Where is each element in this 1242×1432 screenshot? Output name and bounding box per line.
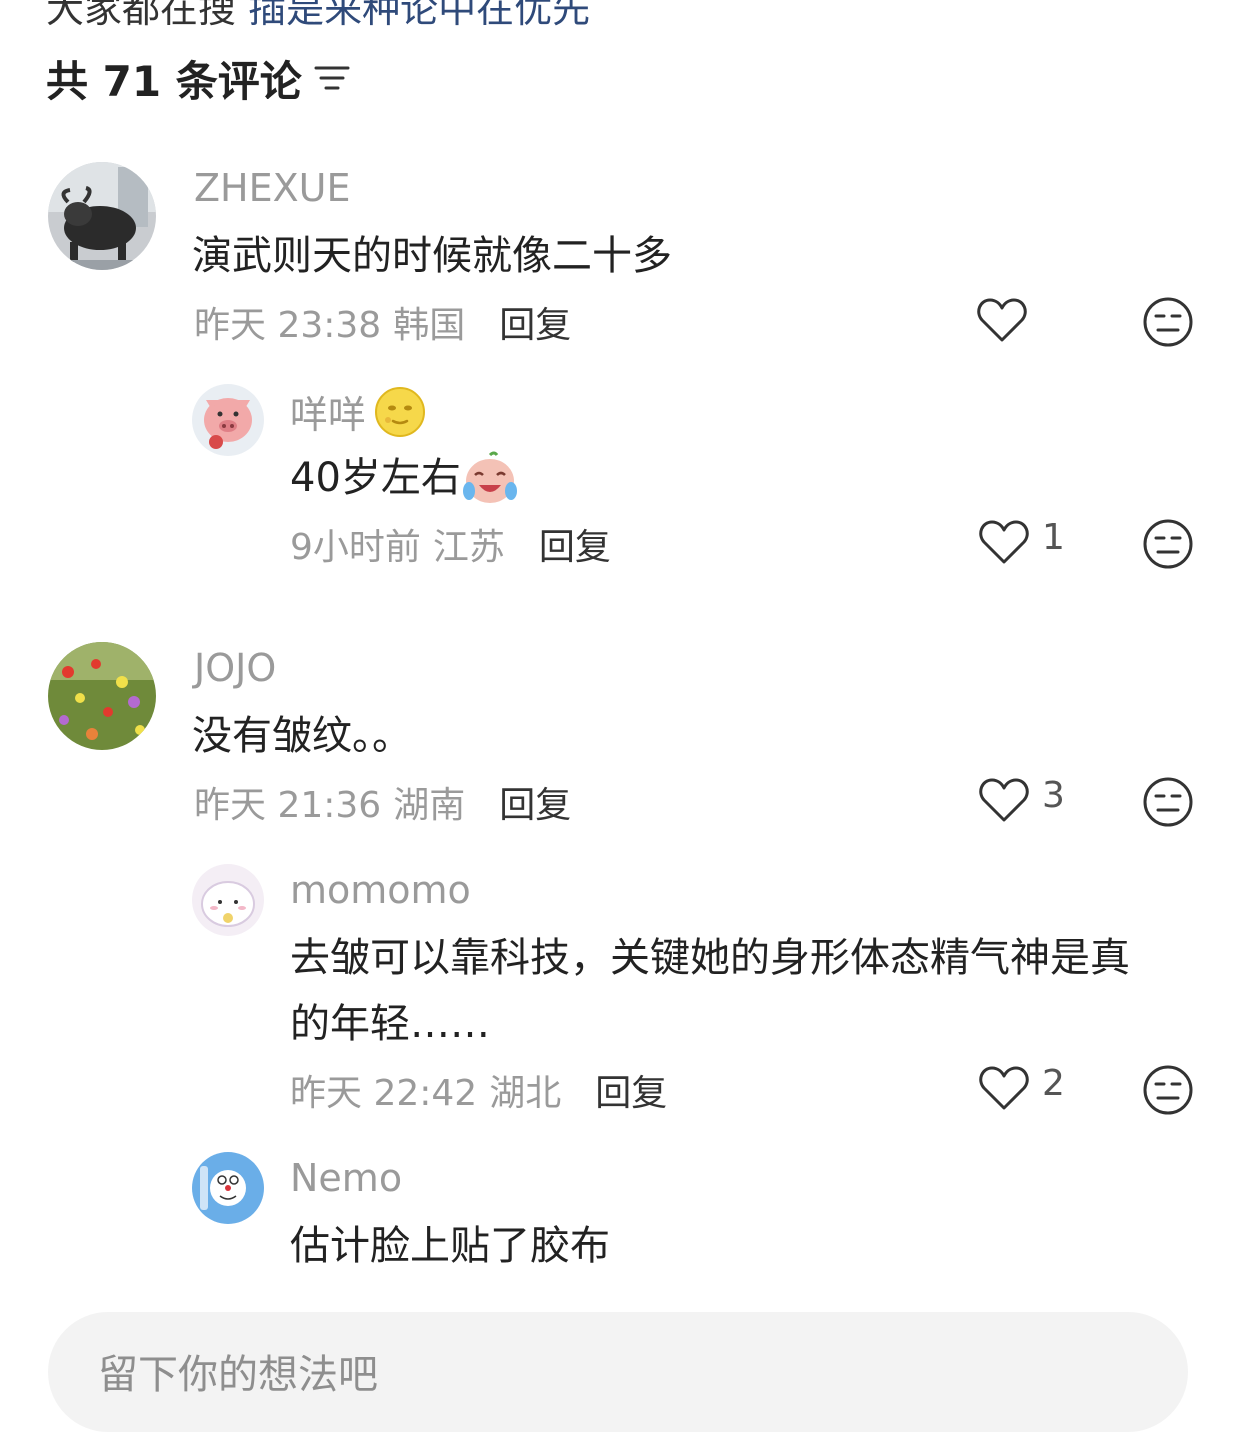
heart-outline-icon [979, 1066, 1029, 1110]
comment-username[interactable]: 咩咩 [290, 384, 426, 439]
reply-button[interactable]: 回复 [595, 1064, 667, 1116]
comment-meta: 昨天 23:38 韩国 回复 [194, 296, 571, 348]
top-partial-line: 大家都在搜 插是来种论中在优先 [46, 0, 590, 33]
reply-button[interactable]: 回复 [499, 296, 571, 348]
comment-text: 没有皱纹。。 [192, 713, 412, 759]
comment-text-line2: 的年轻…… [290, 1001, 490, 1047]
comment-username[interactable]: JOJO [194, 646, 276, 690]
comment-text: 演武则天的时候就像二十多 [192, 233, 672, 279]
comment-time: 昨天 22:42 [290, 1073, 478, 1114]
comment-location: 湖南 [393, 785, 466, 826]
comment-text-content: 40岁左右 [290, 455, 461, 501]
neutral-face-icon[interactable] [1142, 776, 1194, 828]
comments-header: 共 71 条评论 [46, 50, 350, 106]
avatar-flower-field-image [48, 642, 156, 750]
comment-meta: 9小时前 江苏 回复 [290, 518, 611, 570]
like-count: 2 [1042, 1062, 1065, 1104]
comment-meta: 昨天 22:42 湖北 回复 [290, 1064, 667, 1116]
avatar-cartoon-blob-image [192, 864, 264, 936]
like-button[interactable]: 1 [978, 516, 1065, 566]
avatar[interactable] [192, 864, 264, 936]
reply-button[interactable]: 回复 [499, 776, 571, 828]
avatar-doraemon-image [192, 1152, 264, 1224]
comment-input-bar[interactable]: 留下你的想法吧 [48, 1312, 1188, 1432]
neutral-face-icon[interactable] [1142, 518, 1194, 570]
top-partial-link[interactable]: 插是来种论中在优先 [248, 0, 590, 31]
avatar-bull-statue-image [48, 162, 156, 270]
avatar[interactable] [192, 384, 264, 456]
username-text[interactable]: Nemo [290, 1156, 402, 1200]
username-text[interactable]: JOJO [194, 646, 276, 690]
avatar[interactable] [48, 162, 156, 270]
comment-meta: 昨天 21:36 湖南 回复 [194, 776, 571, 828]
comment-text: 估计脸上贴了胶布 [290, 1223, 610, 1269]
top-partial-text: 大家都在搜 [46, 0, 237, 31]
comment-location: 韩国 [393, 305, 466, 346]
comment-time: 昨天 23:38 [194, 305, 382, 346]
username-text[interactable]: 咩咩 [290, 384, 366, 439]
heart-outline-icon [977, 298, 1027, 342]
like-button[interactable]: 3 [978, 774, 1065, 824]
crying-laugh-sticker-icon [462, 451, 517, 503]
comment-time: 昨天 21:36 [194, 785, 382, 826]
comment-text: 40岁左右 [290, 446, 519, 510]
heart-outline-icon [979, 520, 1029, 564]
avatar[interactable] [192, 1152, 264, 1224]
neutral-face-icon[interactable] [1142, 1064, 1194, 1116]
comment-username[interactable]: momomo [290, 868, 471, 912]
comments-count-title: 共 71 条评论 [46, 56, 302, 106]
comment-time: 9小时前 [290, 527, 421, 568]
like-count: 1 [1042, 516, 1065, 558]
comment-input-placeholder[interactable]: 留下你的想法吧 [98, 1342, 378, 1400]
comment-username[interactable]: ZHEXUE [194, 166, 350, 210]
comment-text-line1: 去皱可以靠科技，关键她的身形体态精气神是真 [290, 935, 1130, 981]
comment-location: 江苏 [432, 527, 505, 568]
heart-outline-icon [979, 778, 1029, 822]
neutral-face-icon[interactable] [1142, 296, 1194, 348]
avatar-pig-image [192, 384, 264, 456]
like-button[interactable] [976, 296, 1040, 344]
sort-filter-icon[interactable] [314, 63, 350, 93]
comment-location: 湖北 [489, 1073, 562, 1114]
comment-username[interactable]: Nemo [290, 1156, 402, 1200]
avatar[interactable] [48, 642, 156, 750]
moon-face-emoji-icon [375, 386, 426, 437]
username-text[interactable]: ZHEXUE [194, 166, 350, 210]
like-count: 3 [1042, 774, 1065, 816]
reply-button[interactable]: 回复 [539, 518, 611, 570]
like-button[interactable]: 2 [978, 1062, 1065, 1112]
username-text[interactable]: momomo [290, 868, 471, 912]
